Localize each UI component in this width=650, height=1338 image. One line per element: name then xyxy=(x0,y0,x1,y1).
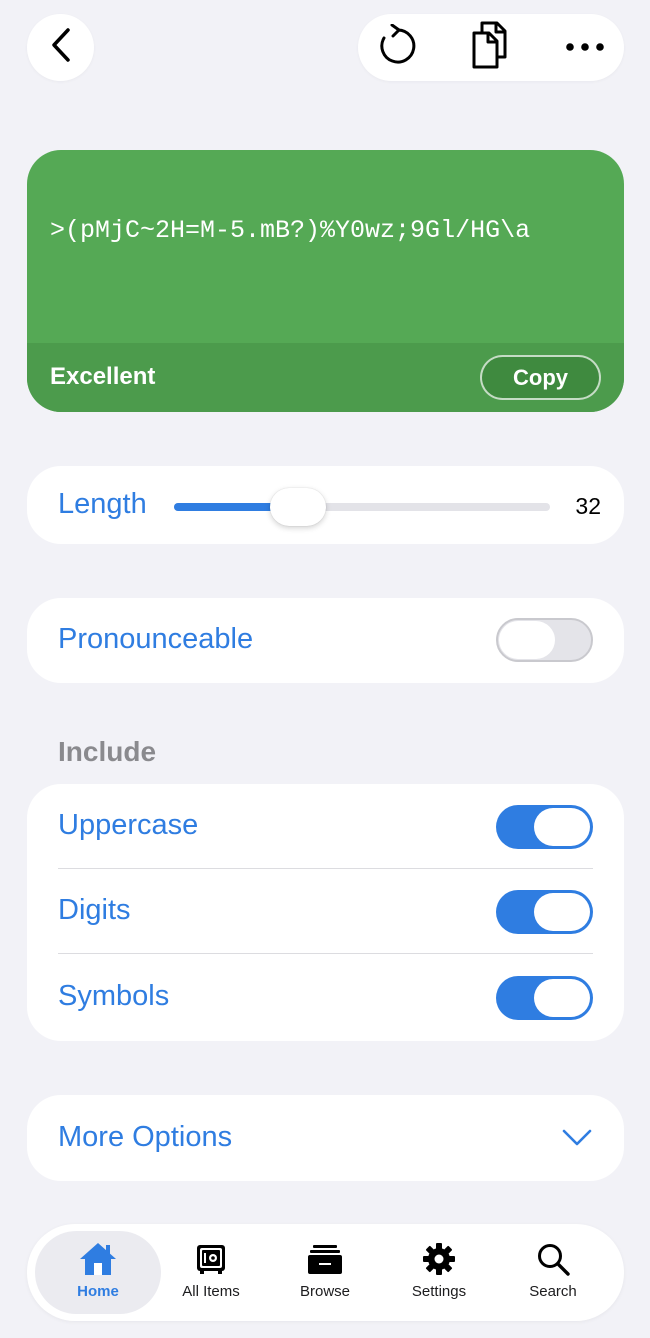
documents-icon xyxy=(469,20,513,75)
uppercase-toggle[interactable] xyxy=(496,805,593,849)
generated-password[interactable]: >(pMjC~2H=M-5.mB?)%Y0wz;9Gl/HG\a xyxy=(50,216,600,245)
chevron-down-icon xyxy=(562,1129,592,1152)
more-options-label: More Options xyxy=(58,1121,233,1153)
digits-toggle[interactable] xyxy=(496,890,593,934)
toggle-knob xyxy=(534,808,590,846)
strength-label: Excellent xyxy=(50,363,156,390)
tab-label: Settings xyxy=(411,1283,467,1300)
length-slider-thumb[interactable] xyxy=(270,488,327,526)
pronounceable-toggle[interactable] xyxy=(496,618,593,662)
tab-all-items[interactable]: All Items xyxy=(155,1231,267,1314)
copy-password-button[interactable] xyxy=(456,14,526,81)
include-row-digits: Digits xyxy=(27,869,624,954)
tab-bar: Home All Items Browse Settings Search xyxy=(27,1224,624,1321)
ellipsis-icon xyxy=(565,39,605,57)
search-icon xyxy=(536,1241,570,1277)
digits-label: Digits xyxy=(58,894,131,926)
tab-label: Home xyxy=(77,1283,119,1300)
gear-icon xyxy=(422,1241,456,1277)
include-header: Include xyxy=(58,736,157,767)
length-slider[interactable] xyxy=(174,488,550,526)
more-button[interactable] xyxy=(550,14,620,81)
include-row-symbols: Symbols xyxy=(27,955,624,1040)
include-card: Uppercase Digits Symbols xyxy=(27,784,624,1041)
more-options-button[interactable]: More Options xyxy=(27,1095,624,1181)
tray-icon xyxy=(307,1241,343,1277)
toggle-knob xyxy=(499,621,555,659)
length-value: 32 xyxy=(575,493,601,519)
tab-label: All Items xyxy=(182,1283,240,1300)
uppercase-label: Uppercase xyxy=(58,809,199,841)
top-actions-group xyxy=(358,14,624,81)
tab-home[interactable]: Home xyxy=(35,1231,161,1314)
tab-browse[interactable]: Browse xyxy=(269,1231,381,1314)
home-icon xyxy=(78,1241,118,1277)
include-row-uppercase: Uppercase xyxy=(27,784,624,869)
tab-label: Search xyxy=(529,1283,577,1300)
tab-search[interactable]: Search xyxy=(497,1231,609,1314)
length-label: Length xyxy=(58,488,147,520)
pronounceable-card: Pronounceable xyxy=(27,598,624,683)
symbols-label: Symbols xyxy=(58,980,170,1012)
tab-label: Browse xyxy=(299,1283,351,1300)
copy-button[interactable]: Copy xyxy=(480,355,601,400)
divider xyxy=(58,953,593,954)
back-button[interactable] xyxy=(27,14,94,81)
length-card: Length 32 xyxy=(27,466,624,544)
toggle-knob xyxy=(534,979,590,1017)
tab-settings[interactable]: Settings xyxy=(383,1231,495,1314)
pronounceable-label: Pronounceable xyxy=(58,623,254,655)
password-card-footer: Excellent Copy xyxy=(27,343,624,412)
regenerate-button[interactable] xyxy=(361,14,431,81)
chevron-left-icon xyxy=(49,27,73,68)
refresh-icon xyxy=(376,23,416,71)
password-card: >(pMjC~2H=M-5.mB?)%Y0wz;9Gl/HG\a Excelle… xyxy=(27,150,624,412)
toggle-knob xyxy=(534,893,590,931)
vault-icon xyxy=(195,1241,227,1277)
symbols-toggle[interactable] xyxy=(496,976,593,1020)
